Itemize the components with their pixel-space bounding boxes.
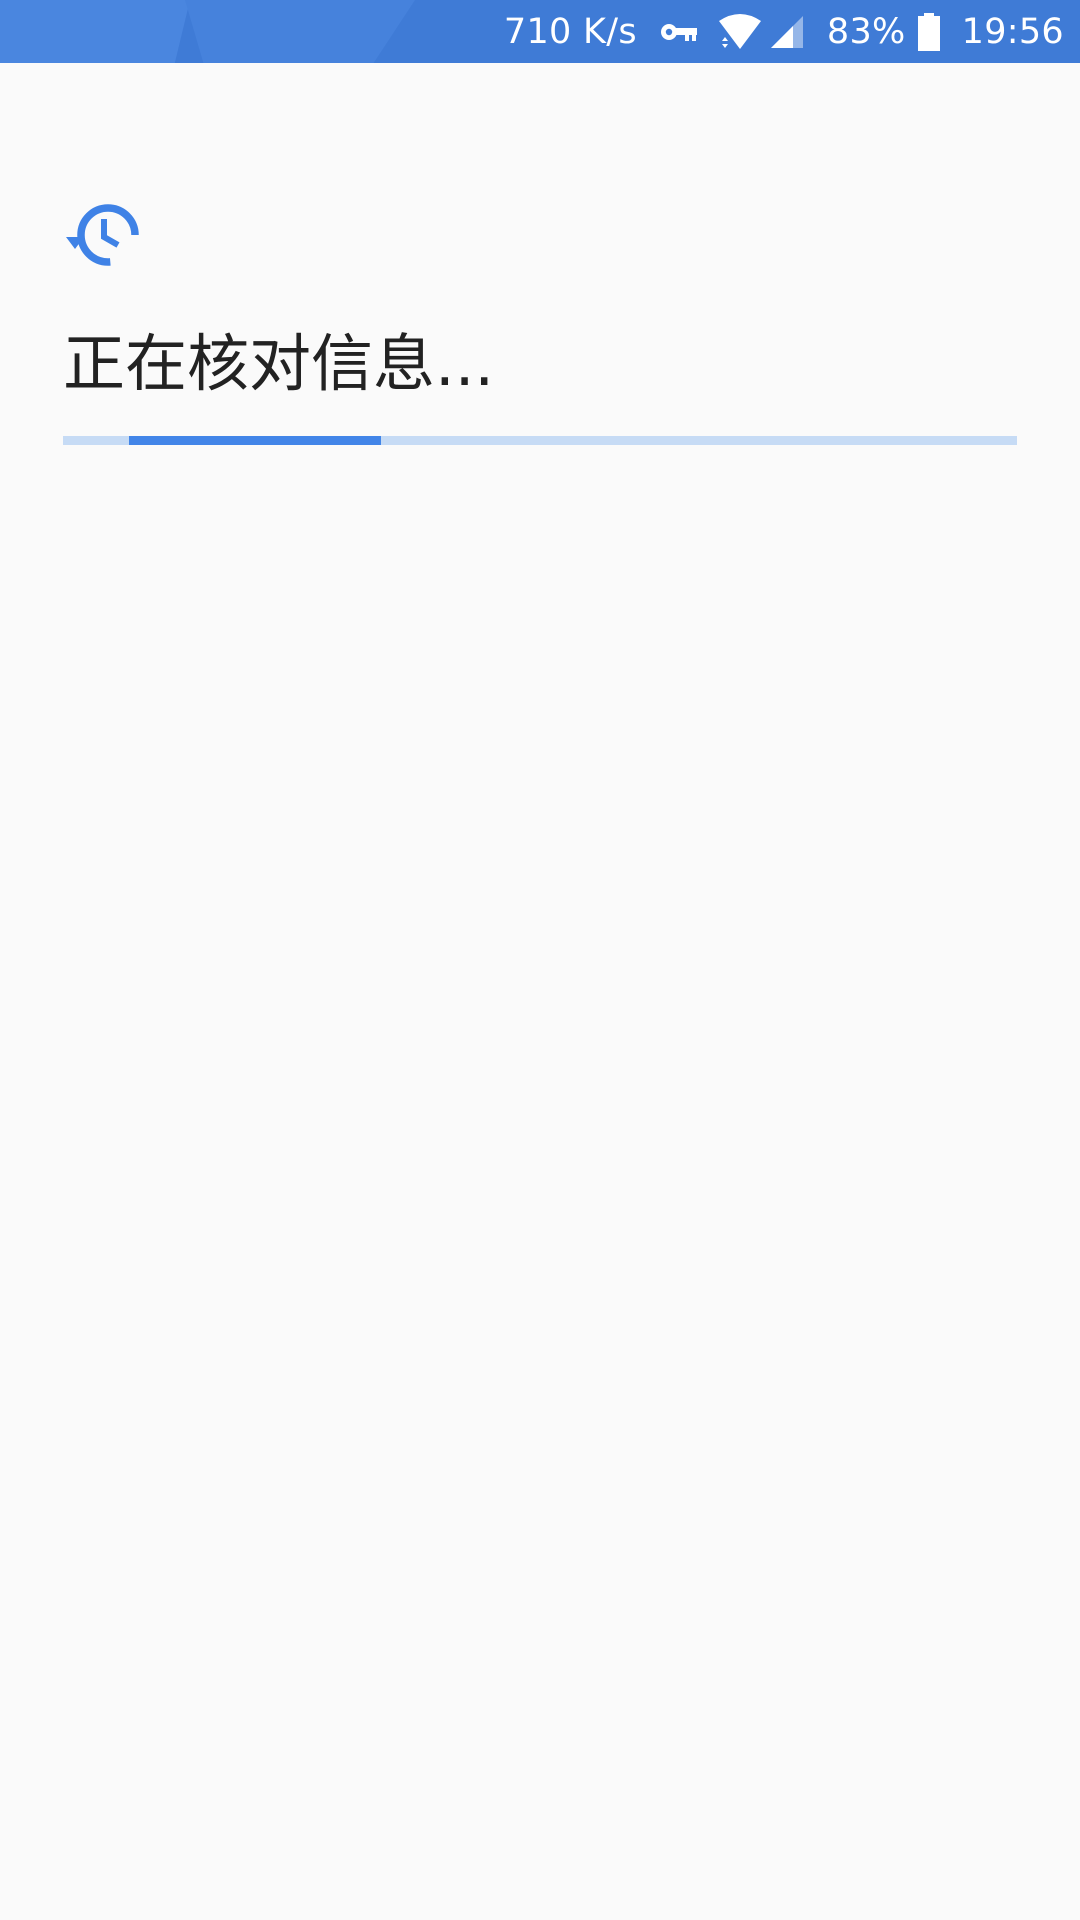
status-bar-shade (185, 0, 415, 63)
status-bar-shade (0, 0, 190, 63)
battery-percentage: 83% (826, 11, 906, 52)
progress-bar (63, 436, 1017, 445)
status-bar: 710 K/s 83% 19:56 (0, 0, 1080, 63)
history-icon (64, 195, 144, 275)
status-indicators: 710 K/s 83% 19:56 (504, 0, 1064, 63)
battery-icon (917, 12, 940, 51)
verification-screen: 正在核对信息... (0, 63, 1080, 1920)
cell-signal-icon (769, 14, 805, 50)
clock: 19:56 (961, 11, 1064, 52)
vpn-key-icon (659, 20, 699, 44)
progress-indicator (129, 436, 381, 445)
wifi-icon (717, 13, 763, 51)
page-title: 正在核对信息... (63, 327, 495, 400)
network-speed: 710 K/s (503, 11, 637, 52)
